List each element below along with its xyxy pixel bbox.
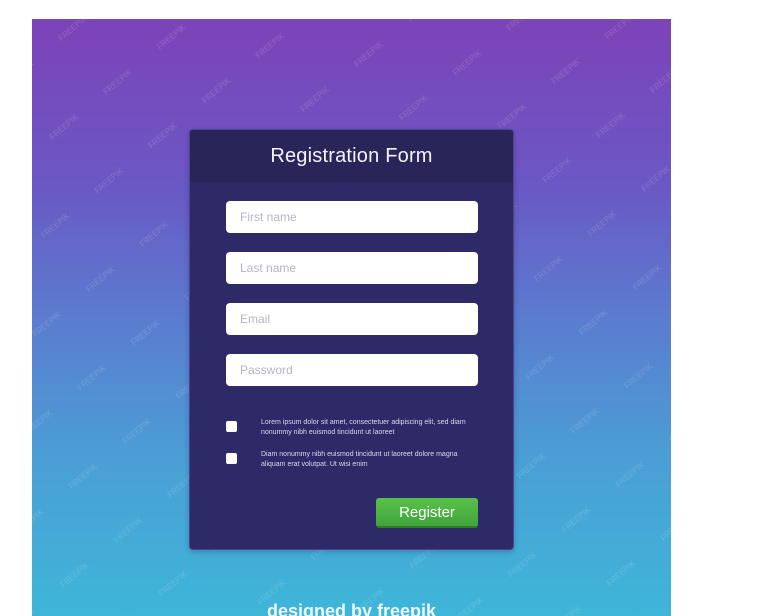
terms-checkbox-2[interactable] [226,453,237,464]
first-name-input[interactable] [226,201,478,233]
form-title: Registration Form [270,144,433,167]
terms-checkbox-row-2: Diam nonummy nibh euismod tincidunt ut l… [226,450,476,470]
background-canvas: FREEPIK Registration Form Lorem ipsum do… [32,19,671,616]
email-input[interactable] [226,303,478,335]
terms-checkbox-row-1: Lorem ipsum dolor sit amet, consectetuer… [226,418,476,438]
terms-checkbox-1[interactable] [226,421,237,432]
last-name-input[interactable] [226,252,478,284]
card-header: Registration Form [190,130,513,182]
register-button[interactable]: Register [376,498,478,528]
password-input[interactable] [226,354,478,386]
registration-card: Registration Form Lorem ipsum dolor sit … [189,129,514,550]
footer-credit: designed by freepik [266,601,437,616]
terms-text-1: Lorem ipsum dolor sit amet, consectetuer… [261,419,466,436]
terms-text-2: Diam nonummy nibh euismod tincidunt ut l… [261,451,458,468]
